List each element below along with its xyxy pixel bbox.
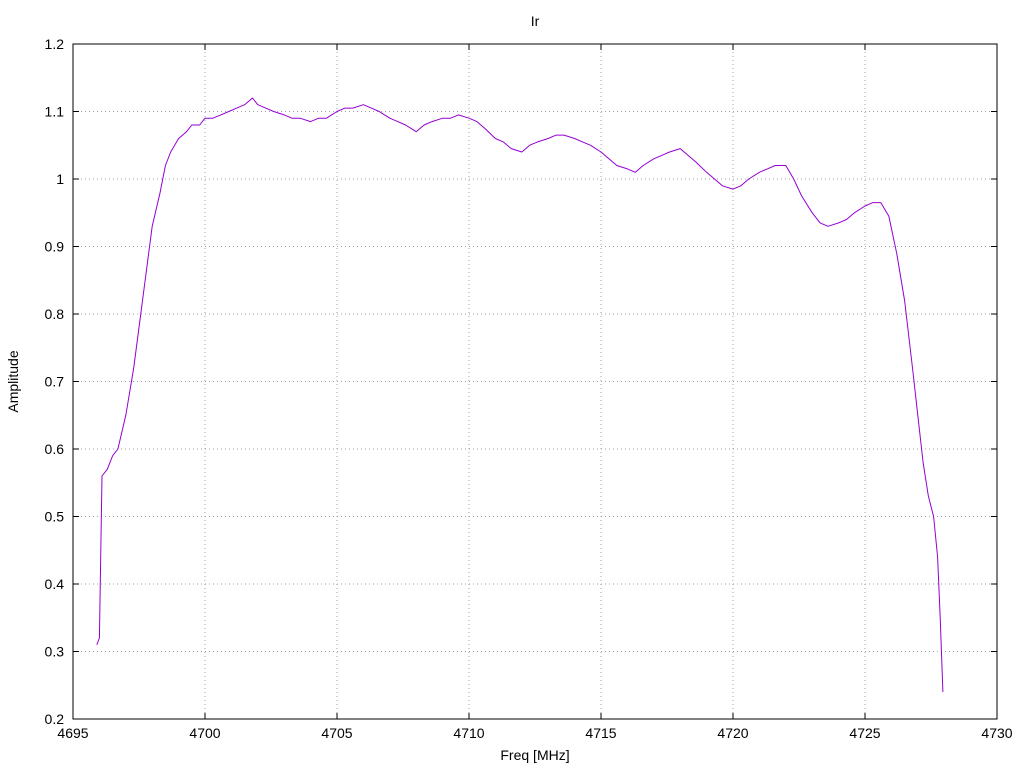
y-tick-label: 0.9 (45, 239, 65, 255)
y-tick-label: 0.2 (45, 711, 65, 727)
y-axis-label: Amplitude (5, 350, 21, 412)
x-axis-label: Freq [MHz] (500, 747, 569, 763)
chart-background (0, 0, 1024, 768)
y-tick-label: 1.2 (45, 36, 65, 52)
y-tick-label: 1 (56, 171, 64, 187)
line-chart: 4695 4700 4705 4710 4715 4720 4725 4730 0.2 0.3 0.… (0, 0, 1024, 768)
x-tick-label: 4700 (189, 725, 220, 741)
x-tick-label: 4695 (57, 725, 88, 741)
x-tick-label: 4720 (717, 725, 748, 741)
x-tick-label: 4730 (981, 725, 1012, 741)
chart-title: Ir (531, 13, 540, 29)
y-tick-label: 0.6 (45, 441, 65, 457)
y-tick-label: 0.5 (45, 509, 65, 525)
x-tick-label: 4715 (585, 725, 616, 741)
x-tick-label: 4705 (321, 725, 352, 741)
y-tick-label: 0.4 (45, 576, 65, 592)
y-tick-label: 0.8 (45, 306, 65, 322)
y-tick-label: 1.1 (45, 104, 65, 120)
y-tick-label: 0.7 (45, 374, 65, 390)
x-tick-label: 4725 (849, 725, 880, 741)
x-tick-label: 4710 (453, 725, 484, 741)
y-tick-label: 0.3 (45, 644, 65, 660)
